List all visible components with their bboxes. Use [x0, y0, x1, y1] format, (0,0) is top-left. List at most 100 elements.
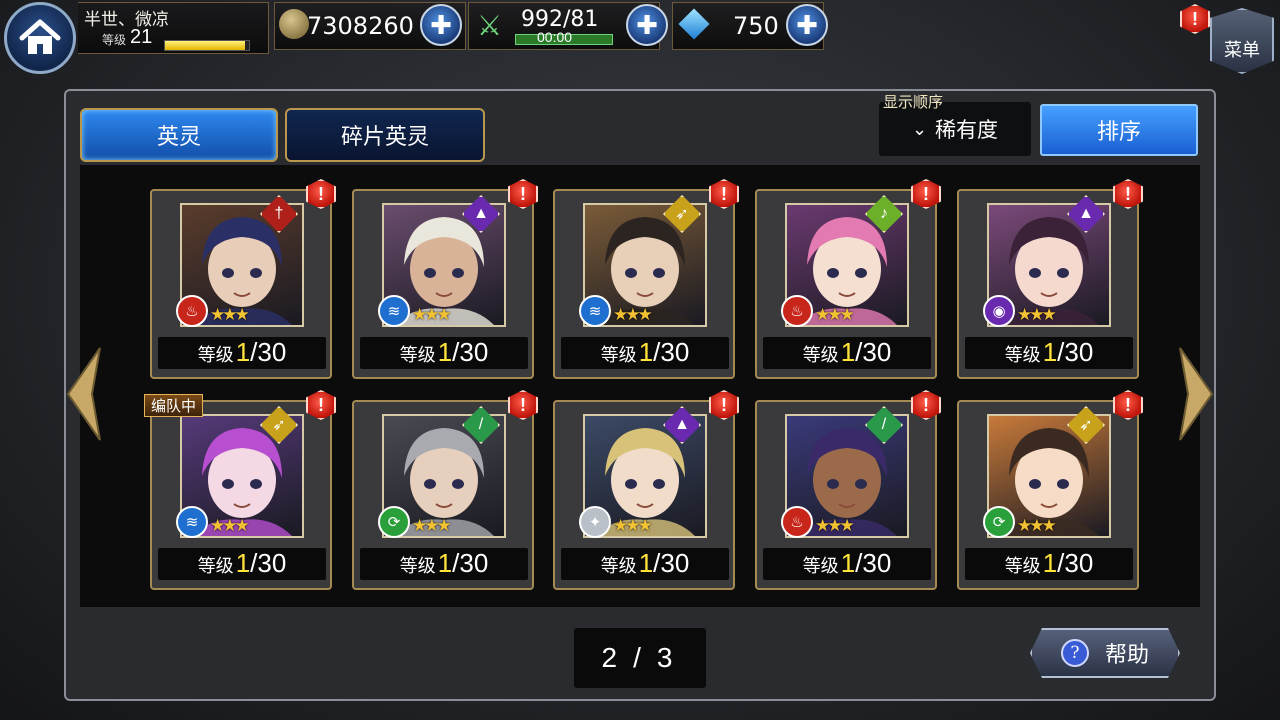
hero-element-icon: ♨ — [781, 506, 813, 538]
hero-level-box: 等级 1 /30 — [360, 548, 528, 580]
hero-star-rating: ★★★ — [815, 305, 855, 324]
crossed-swords-icon: ⚔ — [477, 10, 503, 41]
hero-level-box: 等级 1 /30 — [158, 548, 326, 580]
plus-icon: ✚ — [796, 10, 818, 40]
hero-level-current: 1 — [235, 337, 251, 367]
hero-star-rating: ★★★ — [412, 305, 452, 324]
hero-star-rating: ★★★ — [613, 305, 653, 324]
hero-level-current: 1 — [1042, 548, 1058, 578]
hero-element-icon: ♨ — [176, 295, 208, 327]
player-name: 半世、微凉 — [84, 10, 169, 30]
hero-card[interactable]: ➶ ≋ ★★★ 等级 1 /30 ! — [553, 179, 739, 379]
hero-level-box: 等级 1 /30 — [158, 337, 326, 369]
next-page-arrow[interactable] — [1174, 346, 1216, 442]
hero-level-max: /30 — [653, 337, 690, 367]
hero-level-max: /30 — [1057, 337, 1094, 367]
hero-level-label: 等级 — [802, 345, 839, 366]
tab-heroes[interactable]: 英灵 — [80, 108, 278, 162]
stamina-timer: 00:00 — [537, 29, 573, 45]
plus-icon: ✚ — [430, 10, 452, 40]
gold-amount: 7308260 — [307, 12, 414, 40]
hero-level-max: /30 — [250, 548, 287, 578]
hero-level-current: 1 — [1042, 337, 1058, 367]
hero-element-icon: ⟳ — [378, 506, 410, 538]
player-level-value: 21 — [130, 26, 153, 48]
hero-element-icon: ✦ — [579, 506, 611, 538]
add-gold-button[interactable]: ✚ — [420, 4, 462, 46]
help-label: 帮助 — [1104, 643, 1149, 668]
hero-level-label: 等级 — [802, 556, 839, 577]
hero-level-label: 等级 — [1004, 556, 1041, 577]
chevron-down-icon: ⌄ — [911, 118, 928, 140]
previous-page-arrow[interactable] — [64, 346, 106, 442]
hero-level-box: 等级 1 /30 — [360, 337, 528, 369]
hero-level-current: 1 — [840, 337, 856, 367]
coin-icon — [279, 9, 309, 39]
hero-level-box: 等级 1 /30 — [965, 337, 1133, 369]
hero-level-box: 等级 1 /30 — [561, 337, 729, 369]
home-button[interactable] — [4, 2, 76, 74]
hero-card[interactable]: ➶ ⟳ ★★★ 等级 1 /30 ! — [957, 390, 1143, 590]
hero-card[interactable]: / ♨ ★★★ 等级 1 /30 ! — [755, 390, 941, 590]
hero-card[interactable]: ▲ ≋ ★★★ 等级 1 /30 ! — [352, 179, 538, 379]
hero-level-max: /30 — [855, 337, 892, 367]
hero-card[interactable]: / ⟳ ★★★ 等级 1 /30 ! — [352, 390, 538, 590]
hero-star-rating: ★★★ — [613, 516, 653, 535]
hero-level-max: /30 — [452, 337, 489, 367]
hero-element-icon: ≋ — [176, 506, 208, 538]
hero-element-icon: ≋ — [378, 295, 410, 327]
page-separator: / — [633, 642, 647, 673]
page-indicator: 2 / 3 — [574, 628, 706, 688]
hero-level-label: 等级 — [600, 345, 637, 366]
hero-star-rating: ★★★ — [1017, 305, 1057, 324]
menu-button[interactable]: 菜单 — [1210, 8, 1274, 74]
hero-star-rating: ★★★ — [1017, 516, 1057, 535]
hero-star-rating: ★★★ — [210, 305, 250, 324]
hero-level-label: 等级 — [600, 556, 637, 577]
hero-card[interactable]: † ♨ ★★★ 等级 1 /30 ! — [150, 179, 336, 379]
hero-star-rating: ★★★ — [815, 516, 855, 535]
experience-bar-fill — [165, 41, 245, 50]
hero-card[interactable]: ▲ ◉ ★★★ 等级 1 /30 ! — [957, 179, 1143, 379]
hero-card[interactable]: ♪ ♨ ★★★ 等级 1 /30 ! — [755, 179, 941, 379]
hero-level-box: 等级 1 /30 — [763, 548, 931, 580]
tab-shard-heroes[interactable]: 碎片英灵 — [285, 108, 485, 162]
hero-level-current: 1 — [638, 548, 654, 578]
hero-level-current: 1 — [235, 548, 251, 578]
hero-level-current: 1 — [840, 548, 856, 578]
hero-element-icon: ◉ — [983, 295, 1015, 327]
top-bar: 半世、微凉 等级 21 7308260 ✚ ⚔ 992/81 00:00 ✚ 7… — [0, 0, 1280, 54]
gems-amount: 750 — [733, 12, 779, 40]
add-gems-button[interactable]: ✚ — [786, 4, 828, 46]
hero-level-current: 1 — [638, 337, 654, 367]
hero-star-rating: ★★★ — [210, 516, 250, 535]
page-current: 2 — [601, 642, 624, 673]
player-level-label: 等级 — [102, 33, 127, 47]
hero-level-label: 等级 — [197, 556, 234, 577]
home-icon — [19, 19, 61, 54]
add-stamina-button[interactable]: ✚ — [626, 4, 668, 46]
hero-card[interactable]: ➶ ≋ ★★★ 等级 1 /30 ! 编队中 — [144, 390, 336, 590]
hero-level-box: 等级 1 /30 — [965, 548, 1133, 580]
experience-bar — [164, 40, 250, 51]
hero-card[interactable]: ▲ ✦ ★★★ 等级 1 /30 ! — [553, 390, 739, 590]
page-total: 3 — [656, 642, 679, 673]
help-button[interactable]: ? 帮助 — [1030, 628, 1180, 678]
hero-level-max: /30 — [250, 337, 287, 367]
hero-level-label: 等级 — [399, 345, 436, 366]
sort-button[interactable]: 排序 — [1040, 104, 1198, 156]
sort-order-value: 稀有度 — [935, 118, 999, 142]
hero-star-rating: ★★★ — [412, 516, 452, 535]
hero-level-max: /30 — [855, 548, 892, 578]
plus-icon: ✚ — [636, 10, 658, 40]
hero-level-max: /30 — [653, 548, 690, 578]
hero-element-icon: ≋ — [579, 295, 611, 327]
hero-level-max: /30 — [1057, 548, 1094, 578]
menu-label: 菜单 — [1224, 40, 1260, 61]
sort-order-caption: 显示顺序 — [883, 93, 944, 111]
hero-level-current: 1 — [437, 548, 453, 578]
hero-element-icon: ♨ — [781, 295, 813, 327]
hero-level-box: 等级 1 /30 — [763, 337, 931, 369]
in-team-badge: 编队中 — [144, 394, 204, 417]
hero-level-label: 等级 — [399, 556, 436, 577]
